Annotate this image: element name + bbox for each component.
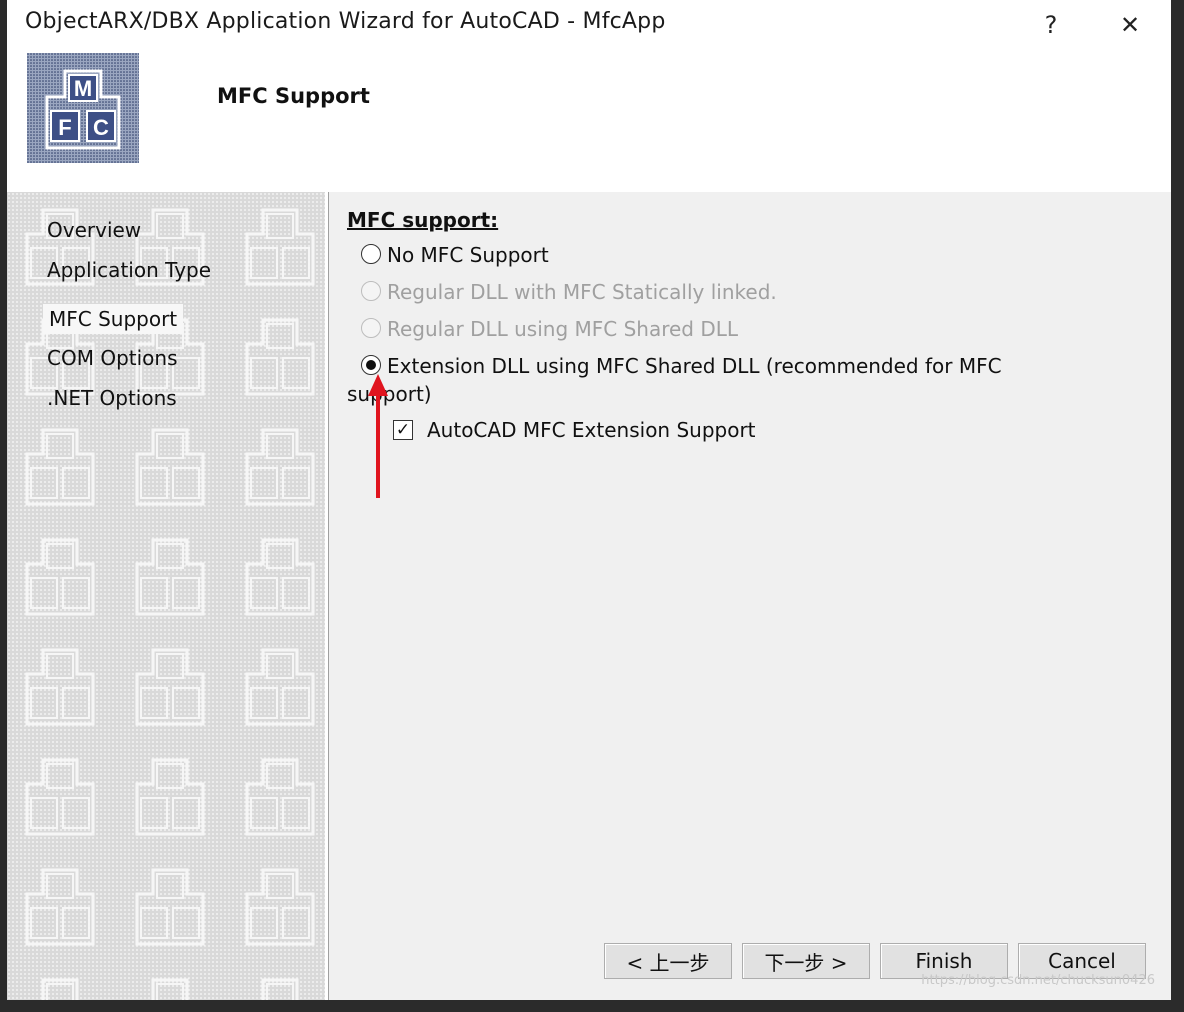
- checkbox-checked-icon[interactable]: ✓: [393, 420, 413, 440]
- next-button[interactable]: 下一步 >: [742, 943, 870, 979]
- radio-button-icon: [361, 281, 381, 301]
- sidebar-tile: [245, 868, 315, 946]
- radio-button-icon: [361, 318, 381, 338]
- logo-letter-left: F: [58, 115, 71, 140]
- mfc-logo-icon: M F C: [27, 53, 139, 163]
- mfc-support-group-label: MFC support:: [347, 208, 499, 232]
- sidebar-item-overview[interactable]: Overview: [43, 216, 145, 244]
- logo-letter-right: C: [93, 115, 109, 140]
- window-title: ObjectARX/DBX Application Wizard for Aut…: [25, 9, 666, 34]
- sidebar-tile: [135, 978, 205, 1000]
- radio-label: Extension DLL using MFC Shared DLL (reco…: [387, 354, 1002, 378]
- sidebar-tile: [25, 538, 95, 616]
- radio-label: Regular DLL using MFC Shared DLL: [387, 317, 739, 341]
- autocad-mfc-extension-checkbox[interactable]: ✓ AutoCAD MFC Extension Support: [393, 418, 756, 442]
- wizard-sidebar: Overview Application Type MFC Support CO…: [7, 192, 325, 1000]
- sidebar-tile: [25, 648, 95, 726]
- checkbox-label: AutoCAD MFC Extension Support: [427, 418, 756, 442]
- page-title: MFC Support: [217, 84, 370, 108]
- sidebar-item-net-options[interactable]: .NET Options: [43, 384, 181, 412]
- radio-label: No MFC Support: [387, 243, 549, 267]
- wizard-body: Overview Application Type MFC Support CO…: [7, 192, 1171, 1000]
- radio-regular-dll-static: Regular DLL with MFC Statically linked.: [361, 279, 777, 305]
- sidebar-tile: [245, 978, 315, 1000]
- red-arrow-annotation-icon: [368, 374, 388, 498]
- wizard-dialog: ObjectARX/DBX Application Wizard for Aut…: [7, 0, 1171, 1000]
- sidebar-item-mfc-support[interactable]: MFC Support: [43, 304, 184, 334]
- back-button[interactable]: < 上一步: [604, 943, 732, 979]
- sidebar-tile: [245, 538, 315, 616]
- radio-regular-dll-shared: Regular DLL using MFC Shared DLL: [361, 316, 738, 342]
- title-bar: ObjectARX/DBX Application Wizard for Aut…: [7, 0, 1171, 50]
- radio-extension-dll[interactable]: Extension DLL using MFC Shared DLL (reco…: [361, 353, 1002, 379]
- sidebar-tile: [135, 648, 205, 726]
- sidebar-tile: [135, 758, 205, 836]
- watermark-text: https://blog.csdn.net/chucksun0426: [921, 973, 1155, 988]
- sidebar-tile: [135, 868, 205, 946]
- close-button[interactable]: ✕: [1110, 6, 1150, 44]
- sidebar-item-com-options[interactable]: COM Options: [43, 344, 182, 372]
- wizard-header: M F C MFC Support: [7, 50, 1171, 190]
- sidebar-tile: [25, 978, 95, 1000]
- radio-button-selected-icon[interactable]: [361, 355, 381, 375]
- radio-no-mfc[interactable]: No MFC Support: [361, 242, 549, 268]
- sidebar-tile: [245, 318, 315, 396]
- sidebar-tile: [245, 758, 315, 836]
- help-button[interactable]: ?: [1031, 6, 1071, 44]
- radio-button-icon[interactable]: [361, 244, 381, 264]
- sidebar-tile: [245, 208, 315, 286]
- sidebar-tile: [25, 868, 95, 946]
- sidebar-tile: [25, 758, 95, 836]
- sidebar-item-application-type[interactable]: Application Type: [43, 256, 215, 284]
- wizard-content: MFC support: No MFC Support Regular DLL …: [329, 192, 1171, 1000]
- sidebar-tile: [135, 428, 205, 506]
- sidebar-tile: [245, 648, 315, 726]
- sidebar-tile: [135, 538, 205, 616]
- sidebar-tile: [25, 428, 95, 506]
- radio-label: Regular DLL with MFC Statically linked.: [387, 280, 777, 304]
- sidebar-tile: [245, 428, 315, 506]
- logo-letter-top: M: [74, 76, 92, 101]
